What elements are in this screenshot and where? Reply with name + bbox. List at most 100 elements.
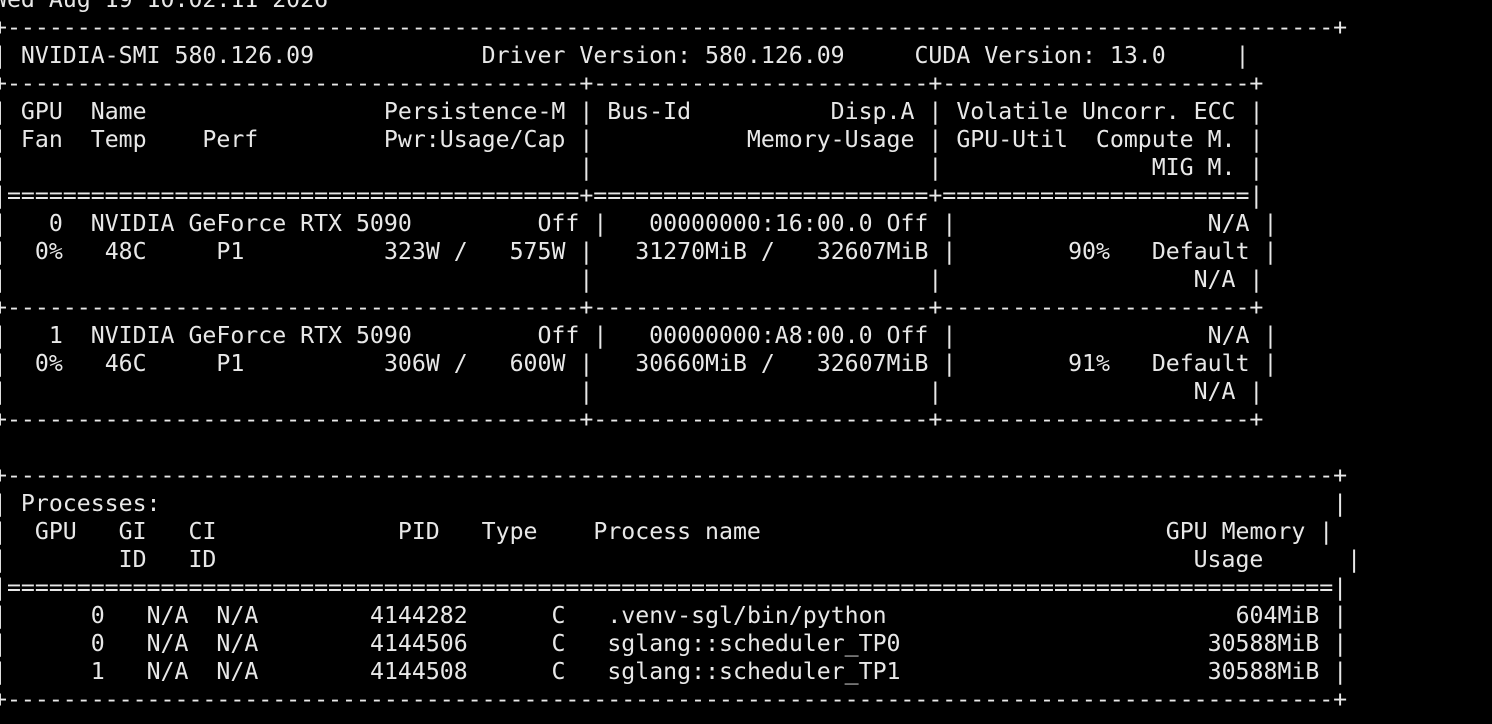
gpu-temp: 46C: [104, 350, 147, 377]
border-header: +---------------------------------------…: [0, 70, 1264, 97]
gpu-memory-used: 30660MiB: [635, 350, 747, 377]
gpu-power-usage: 306W: [383, 350, 440, 377]
process-row: | 0 N/A N/A 4144506 C sglang::scheduler_…: [0, 630, 1348, 657]
gpu-name: NVIDIA GeForce RTX 5090: [90, 322, 412, 349]
gpu-memory-total: 32607MiB: [816, 350, 929, 377]
col-proc-gpu: GPU: [34, 518, 77, 545]
col-compute-mode: Compute M.: [1095, 126, 1236, 153]
processes-header-row-2: | ID ID Usage |: [0, 546, 1362, 573]
col-proc-gi-id: ID: [118, 546, 147, 573]
border-top: +---------------------------------------…: [0, 14, 1348, 41]
gpu-compute-mode: Default: [1151, 238, 1250, 265]
gpu-fan: 0%: [34, 350, 63, 377]
border-gpu-0: +---------------------------------------…: [0, 294, 1264, 321]
col-proc-mem-usage: Usage: [1193, 546, 1264, 573]
gpu-mig-mode: N/A: [1193, 378, 1236, 405]
col-memory-usage: Memory-Usage: [746, 126, 915, 153]
processes-title-row: | Processes: |: [0, 490, 1348, 517]
gpu-persistence: Off: [537, 322, 580, 349]
gpu-power-cap: 600W: [509, 350, 566, 377]
col-proc-name: Process name: [593, 518, 761, 545]
gpu-temp: 48C: [104, 238, 147, 265]
driver-label: Driver Version:: [481, 42, 692, 69]
gpu-index: 0: [48, 210, 63, 237]
gpu-disp: Off: [886, 322, 929, 349]
gpu-bus-id: 00000000:16:00.0: [649, 210, 873, 237]
col-proc-ci: CI: [188, 518, 217, 545]
proc-name: .venv-sgl/bin/python: [607, 602, 887, 629]
gpu-disp: Off: [886, 210, 929, 237]
proc-ci: N/A: [216, 658, 259, 685]
timestamp-text: Wed Aug 19 10:02:11 2026: [0, 0, 328, 13]
proc-pid: 4144508: [369, 658, 468, 685]
gpu-memory-total: 32607MiB: [816, 238, 929, 265]
gpu-row-0-c: | | | N/A |: [0, 266, 1264, 293]
process-row: | 1 N/A N/A 4144508 C sglang::scheduler_…: [0, 658, 1348, 685]
proc-gi: N/A: [146, 602, 189, 629]
proc-gi: N/A: [146, 658, 189, 685]
border-double: |=======================================…: [0, 182, 1264, 209]
gpu-bus-id: 00000000:A8:00.0: [649, 322, 873, 349]
timestamp: Wed Aug 19 10:02:11 2026: [0, 0, 1361, 14]
proc-ci: N/A: [216, 630, 259, 657]
gpu-persistence: Off: [537, 210, 580, 237]
gpu-perf: P1: [216, 238, 245, 265]
col-disp: Disp.A: [830, 98, 915, 125]
col-pwr: Pwr:Usage/Cap: [383, 126, 566, 153]
proc-type: C: [551, 602, 566, 629]
proc-name: sglang::scheduler_TP1: [607, 658, 901, 685]
cuda-label: CUDA Version:: [914, 42, 1096, 69]
gpu-row-0-a: | 0 NVIDIA GeForce RTX 5090 Off | 000000…: [0, 210, 1278, 237]
column-header-row-2: | Fan Temp Perf Pwr:Usage/Cap | Memory-U…: [0, 126, 1264, 153]
gpu-name: NVIDIA GeForce RTX 5090: [90, 210, 412, 237]
col-mig-mode: MIG M.: [1151, 154, 1236, 181]
gpu-row-1-c: | | | N/A |: [0, 378, 1264, 405]
proc-type: C: [551, 658, 566, 685]
gpu-ecc: N/A: [1207, 210, 1250, 237]
col-volatile-ecc: Volatile Uncorr. ECC: [956, 98, 1236, 125]
col-temp: Temp: [90, 126, 147, 153]
gpu-power-usage: 323W: [383, 238, 440, 265]
smi-version: 580.126.09: [174, 42, 315, 69]
col-proc-pid: PID: [397, 518, 440, 545]
proc-gpu: 0: [90, 602, 105, 629]
gpu-fan: 0%: [34, 238, 63, 265]
gpu-memory-used: 31270MiB: [635, 238, 747, 265]
proc-memory: 604MiB: [1235, 602, 1320, 629]
proc-gi: N/A: [146, 630, 189, 657]
proc-name: sglang::scheduler_TP0: [607, 630, 901, 657]
gpu-mig-mode: N/A: [1193, 266, 1236, 293]
proc-gpu: 1: [90, 658, 105, 685]
col-bus-id: Bus-Id: [607, 98, 692, 125]
gpu-util: 91%: [1068, 350, 1110, 377]
col-name: Name: [90, 98, 147, 125]
column-header-row-1: | GPU Name Persistence-M | Bus-Id Disp.A…: [0, 98, 1264, 125]
gpu-row-0-b: | 0% 48C P1 323W / 575W | 31270MiB / 326…: [0, 238, 1278, 265]
gpu-row-1-b: | 0% 46C P1 306W / 600W | 30660MiB / 326…: [0, 350, 1278, 377]
border-gpu-1: +---------------------------------------…: [0, 406, 1264, 433]
processes-border-bottom: +---------------------------------------…: [0, 686, 1348, 713]
gpu-util: 90%: [1068, 238, 1110, 265]
processes-header-row-1: | GPU GI CI PID Type Process name GPU Me…: [0, 518, 1334, 545]
col-perf: Perf: [202, 126, 259, 153]
gpu-power-cap: 575W: [509, 238, 566, 265]
proc-memory: 30588MiB: [1207, 630, 1320, 657]
gpu-compute-mode: Default: [1151, 350, 1250, 377]
col-fan: Fan: [20, 126, 63, 153]
processes-border-double: |=======================================…: [0, 574, 1348, 601]
smi-label: NVIDIA-SMI: [20, 42, 161, 69]
processes-border-top: +---------------------------------------…: [0, 462, 1348, 489]
processes-title: Processes:: [20, 490, 161, 517]
column-header-row-3: | | | MIG M. |: [0, 154, 1264, 181]
col-gpu-util: GPU-Util: [956, 126, 1068, 153]
process-row: | 0 N/A N/A 4144282 C .venv-sgl/bin/pyth…: [0, 602, 1348, 629]
proc-ci: N/A: [216, 602, 259, 629]
cuda-version: 13.0: [1109, 42, 1166, 69]
proc-pid: 4144506: [369, 630, 468, 657]
terminal-output: Wed Aug 19 10:02:11 2026+---------------…: [0, 0, 1361, 714]
col-proc-gi: GI: [118, 518, 147, 545]
gpu-index: 1: [48, 322, 63, 349]
gpu-row-1-a: | 1 NVIDIA GeForce RTX 5090 Off | 000000…: [0, 322, 1278, 349]
gpu-ecc: N/A: [1207, 322, 1250, 349]
